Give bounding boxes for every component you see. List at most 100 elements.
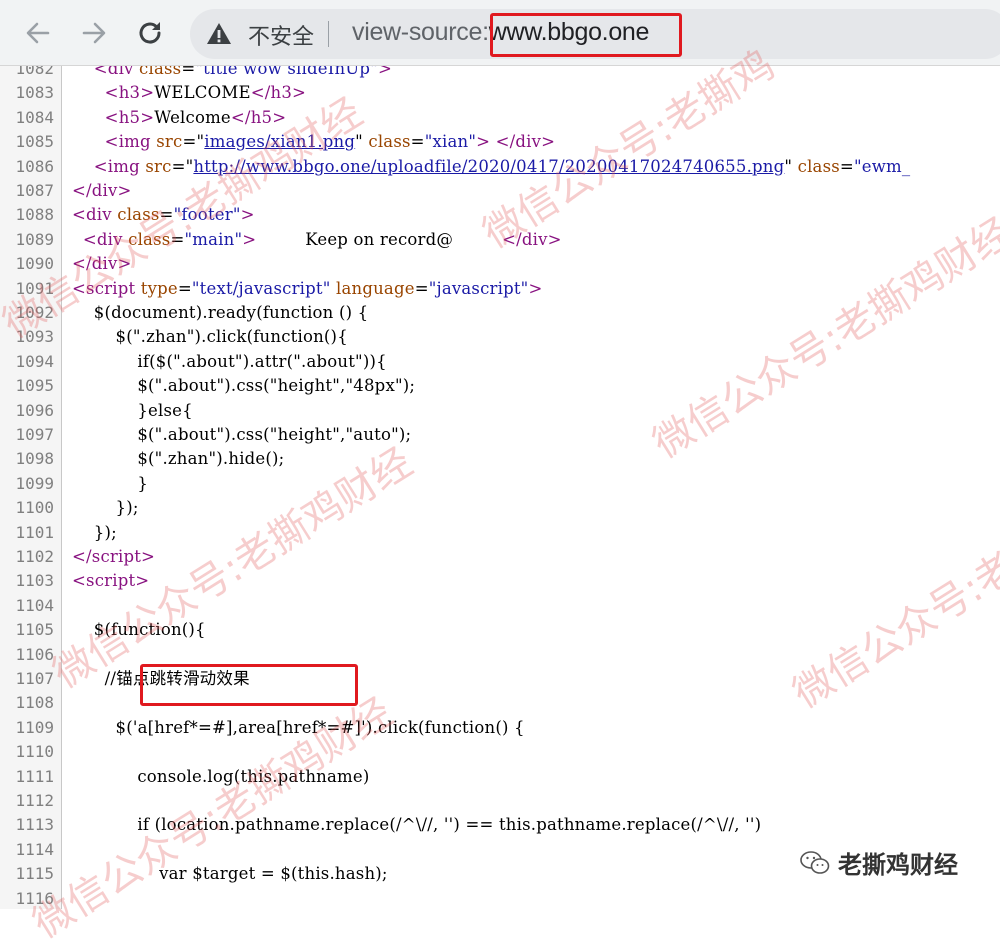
security-status-label[interactable]: 不安全: [248, 19, 314, 51]
line-code: <div class="footer">: [72, 205, 255, 225]
line-number[interactable]: 1090: [0, 252, 54, 276]
line-number[interactable]: 1098: [0, 447, 54, 471]
line-code: <script type="text/javascript" language=…: [72, 278, 543, 298]
source-line: 1116: [0, 887, 1000, 909]
browser-toolbar: 不安全 view-source:www.bbgo.one: [0, 0, 1000, 66]
source-line: 1083 <h3>WELCOME</h3>: [0, 81, 1000, 105]
source-line: 1112: [0, 789, 1000, 813]
line-number[interactable]: 1088: [0, 203, 54, 227]
line-code: <img src="images/xian1.png" class="xian"…: [104, 132, 556, 152]
source-line: 1101 });: [0, 521, 1000, 545]
line-number[interactable]: 1101: [0, 521, 54, 545]
line-number[interactable]: 1095: [0, 374, 54, 398]
source-line: 1100 });: [0, 496, 1000, 520]
line-code: <h3>WELCOME</h3>: [104, 83, 307, 103]
comment-highlight-box: [140, 664, 358, 706]
line-number[interactable]: 1112: [0, 789, 54, 813]
line-code: <img src="http://www.bbgo.one/uploadfile…: [93, 156, 911, 176]
line-code: }else{: [72, 400, 193, 420]
source-line: 1088 <div class="footer">: [0, 203, 1000, 227]
watermark-logo-text: 老撕鸡财经: [838, 851, 958, 879]
reload-button[interactable]: [134, 17, 166, 49]
line-number[interactable]: 1111: [0, 765, 54, 789]
line-code: console.log(this.pathname): [72, 766, 370, 786]
line-code: <div class="main"> Keep on record@ </div…: [82, 229, 562, 249]
line-number[interactable]: 1083: [0, 81, 54, 105]
source-line: 1082 <div class="title wow slideInUp">: [0, 66, 1000, 81]
source-line: 1096 }else{: [0, 399, 1000, 423]
source-line: 1090 </div>: [0, 252, 1000, 276]
line-code: if (location.pathname.replace(/^\//, '')…: [72, 815, 767, 835]
line-number[interactable]: 1086: [0, 155, 54, 179]
line-number[interactable]: 1113: [0, 813, 54, 837]
line-code: $(function(){: [72, 620, 206, 640]
line-code: $(document).ready(function () {: [72, 303, 369, 322]
line-number[interactable]: 1115: [0, 862, 54, 886]
line-number[interactable]: 1093: [0, 325, 54, 349]
line-number[interactable]: 1096: [0, 399, 54, 423]
line-number[interactable]: 1104: [0, 594, 54, 618]
line-code: </div>: [72, 181, 132, 200]
line-number[interactable]: 1100: [0, 496, 54, 520]
source-line: 1091 <script type="text/javascript" langu…: [0, 277, 1000, 301]
back-button[interactable]: [22, 17, 54, 49]
source-line: 1097 $(".about").css("height","auto");: [0, 423, 1000, 447]
source-line: 1103 <script>: [0, 569, 1000, 593]
line-code: }: [72, 473, 149, 493]
line-code: $(".zhan").hide();: [72, 449, 285, 469]
line-code: <h5>Welcome</h5>: [104, 107, 287, 127]
source-view[interactable]: 1082 <div class="title wow slideInUp"> 10…: [0, 66, 1000, 909]
line-code: });: [72, 498, 139, 518]
source-line: 1106: [0, 643, 1000, 667]
line-code: $(".about").css("height","auto");: [72, 425, 412, 444]
line-code: $(".about").css("height","48px");: [72, 376, 416, 396]
url-highlight-box: [490, 13, 682, 57]
line-number[interactable]: 1109: [0, 716, 54, 740]
url-scheme: view-source:: [352, 18, 489, 46]
line-number[interactable]: 1107: [0, 667, 54, 691]
line-number[interactable]: 1082: [0, 66, 54, 81]
source-line: 1098 $(".zhan").hide();: [0, 447, 1000, 471]
source-line: 1094 if($(".about").attr(".about")){: [0, 350, 1000, 374]
line-number[interactable]: 1085: [0, 130, 54, 154]
line-number[interactable]: 1114: [0, 838, 54, 862]
line-number[interactable]: 1099: [0, 472, 54, 496]
line-code: if($(".about").attr(".about")){: [72, 351, 387, 371]
reload-icon: [139, 22, 161, 44]
source-line: 1104: [0, 594, 1000, 618]
source-line: 1086 <img src="http://www.bbgo.one/uploa…: [0, 155, 1000, 179]
line-code: </div>: [72, 254, 132, 274]
address-divider: [328, 21, 329, 47]
line-number[interactable]: 1106: [0, 643, 54, 667]
line-number[interactable]: 1102: [0, 545, 54, 569]
line-code: $('a[href*=#],area[href*=#]').click(func…: [72, 717, 525, 737]
line-code: $(".zhan").click(function(){: [72, 327, 348, 347]
line-number[interactable]: 1116: [0, 887, 54, 909]
arrow-left-icon: [26, 22, 50, 44]
source-line: 1102 </script>: [0, 545, 1000, 569]
forward-button[interactable]: [78, 17, 110, 49]
line-code: </script>: [72, 547, 156, 566]
source-line: 1093 $(".zhan").click(function(){: [0, 325, 1000, 349]
line-number[interactable]: 1092: [0, 301, 54, 325]
source-line: 1099 }: [0, 472, 1000, 496]
source-line: 1113 if (location.pathname.replace(/^\//…: [0, 813, 1000, 837]
source-line: 1085 <img src="images/xian1.png" class="…: [0, 130, 1000, 154]
line-number[interactable]: 1091: [0, 277, 54, 301]
source-line: 1105 $(function(){: [0, 618, 1000, 642]
line-number[interactable]: 1110: [0, 740, 54, 764]
arrow-right-icon: [82, 22, 106, 44]
line-number[interactable]: 1084: [0, 106, 54, 130]
line-number[interactable]: 1108: [0, 691, 54, 715]
line-code: <div class="title wow slideInUp">: [93, 66, 392, 78]
warning-icon[interactable]: [206, 21, 232, 47]
line-number[interactable]: 1097: [0, 423, 54, 447]
line-number[interactable]: 1094: [0, 350, 54, 374]
line-number[interactable]: 1105: [0, 618, 54, 642]
line-code: });: [72, 522, 117, 542]
line-number[interactable]: 1087: [0, 179, 54, 203]
source-line: 1095 $(".about").css("height","48px");: [0, 374, 1000, 398]
line-code: var $target = $(this.hash);: [72, 864, 388, 884]
line-number[interactable]: 1089: [0, 228, 54, 252]
line-number[interactable]: 1103: [0, 569, 54, 593]
